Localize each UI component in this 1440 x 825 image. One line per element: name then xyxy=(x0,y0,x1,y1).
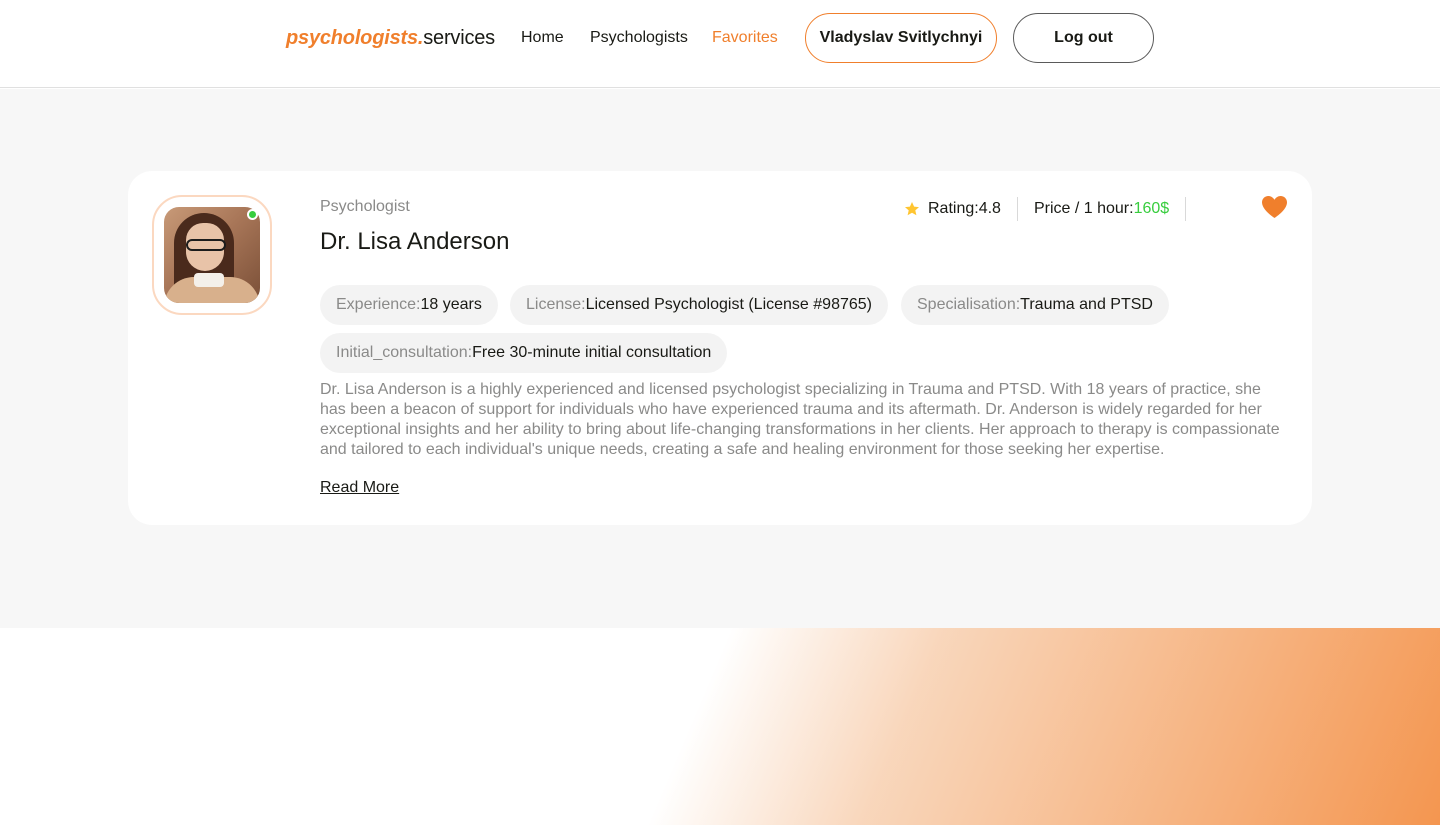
avatar-glasses xyxy=(186,239,226,251)
tag-key: Initial_consultation: xyxy=(336,344,473,361)
tag-key: License: xyxy=(526,296,586,313)
tag-key: Experience: xyxy=(336,296,421,313)
orange-gradient-shape xyxy=(0,628,1440,825)
meta-divider xyxy=(1185,197,1187,221)
heart-icon[interactable] xyxy=(1261,195,1288,219)
avatar-frame xyxy=(152,195,272,315)
tag-value: 18 years xyxy=(420,296,482,313)
psychologist-name: Dr. Lisa Anderson xyxy=(320,228,510,255)
read-more-link[interactable]: Read More xyxy=(320,479,399,497)
user-profile-button[interactable]: Vladyslav Svitlychnyi xyxy=(805,13,997,63)
meta-divider xyxy=(1016,197,1018,221)
psychologist-card: Psychologist Dr. Lisa Anderson Rating: 4… xyxy=(128,171,1312,525)
nav-psychologists[interactable]: Psychologists xyxy=(590,29,688,47)
avatar xyxy=(164,207,260,303)
tag-license: License: Licensed Psychologist (License … xyxy=(510,285,888,325)
tag-value: Licensed Psychologist (License #98765) xyxy=(585,296,872,313)
logout-button[interactable]: Log out xyxy=(1013,13,1154,63)
tag-specialisation: Specialisation: Trauma and PTSD xyxy=(901,285,1169,325)
rating-value: 4.8 xyxy=(978,200,1001,217)
price-label: Price / 1 hour: xyxy=(1033,200,1134,217)
price-value: 160$ xyxy=(1133,200,1170,217)
nav-home[interactable]: Home xyxy=(521,29,564,47)
tag-value: Free 30-minute initial consultation xyxy=(472,344,712,361)
tag-value: Trauma and PTSD xyxy=(1020,296,1153,313)
card-meta: Rating: 4.8 Price / 1 hour: 160$ xyxy=(904,197,1202,221)
tag-initial-consultation: Initial_consultation: Free 30-minute ini… xyxy=(320,333,728,373)
logo-text: services xyxy=(423,27,495,49)
avatar-collar xyxy=(194,273,224,287)
online-status-dot xyxy=(247,209,258,220)
footer-decoration xyxy=(0,628,1440,825)
rating-label: Rating: xyxy=(928,200,979,217)
tag-key: Specialisation: xyxy=(917,296,1021,313)
logo-accent: psychologists. xyxy=(286,27,424,49)
psychologist-role: Psychologist xyxy=(320,198,410,215)
tag-experience: Experience: 18 years xyxy=(320,285,498,325)
star-icon xyxy=(905,202,919,216)
logo[interactable]: psychologists.services xyxy=(286,26,495,50)
nav-favorites[interactable]: Favorites xyxy=(712,29,778,47)
psychologist-description: Dr. Lisa Anderson is a highly experience… xyxy=(320,381,1280,458)
site-header: psychologists.services Home Psychologist… xyxy=(0,0,1440,88)
